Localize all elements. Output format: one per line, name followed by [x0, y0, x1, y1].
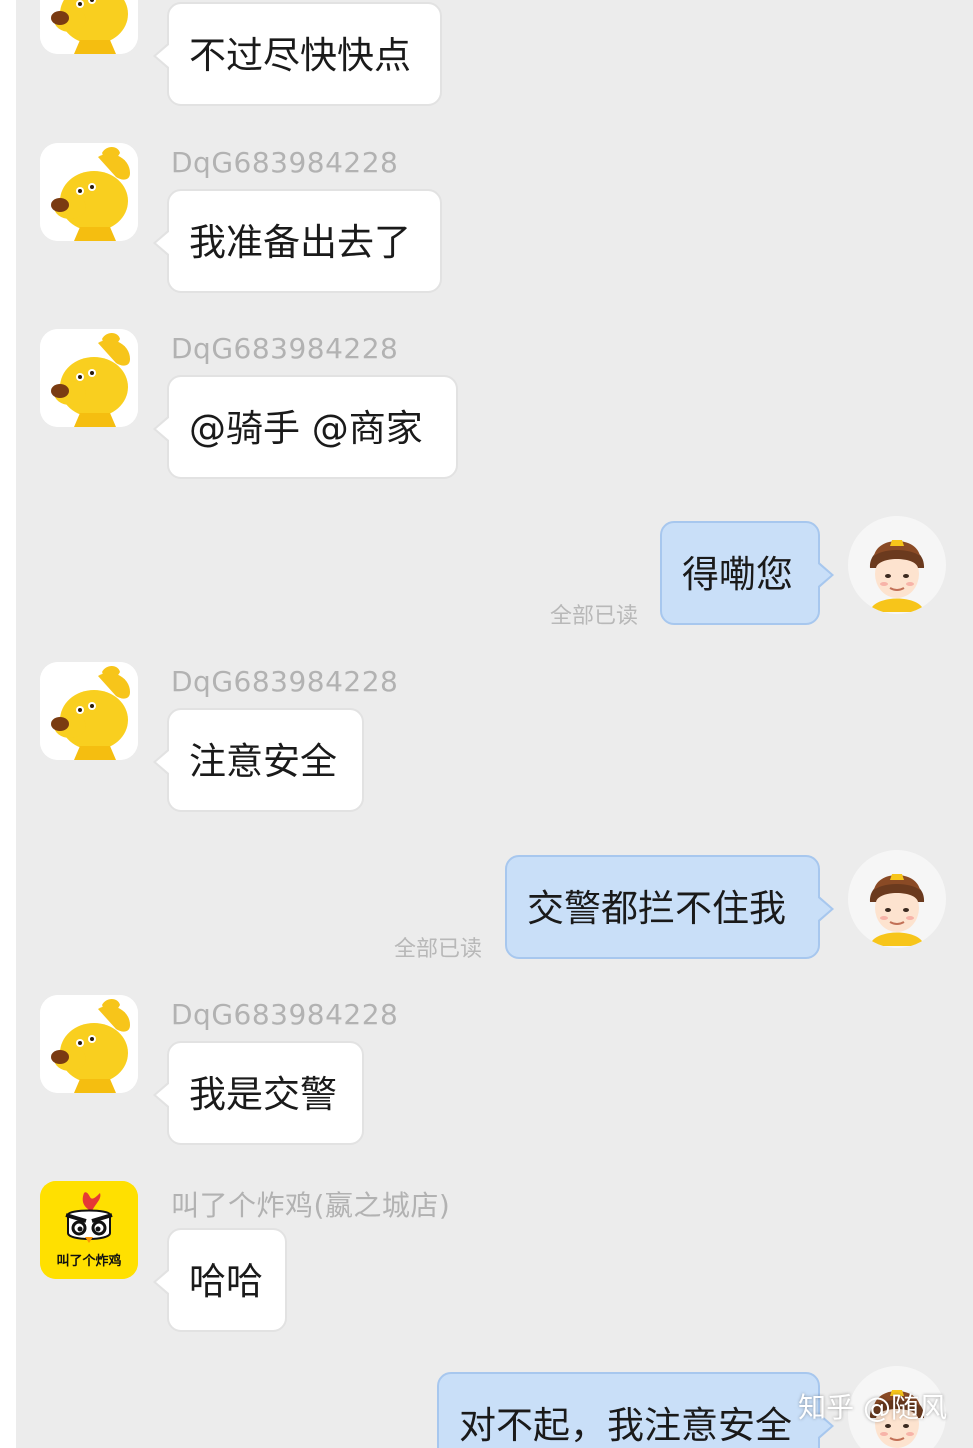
- read-status: 全部已读: [394, 937, 483, 962]
- incoming-message-bubble[interactable]: 我准备出去了: [153, 189, 442, 293]
- incoming-message-bubble[interactable]: @骑手 @商家: [153, 375, 458, 479]
- rider-avatar-icon[interactable]: [848, 516, 946, 614]
- sender-name: DqG683984228: [171, 665, 399, 698]
- outgoing-message-bubble[interactable]: 对不起，我注意安全: [437, 1372, 834, 1448]
- customer-avatar-icon[interactable]: [40, 143, 138, 241]
- customer-avatar-icon[interactable]: [40, 329, 138, 427]
- store-logo-text: 叫了个炸鸡: [56, 1254, 122, 1269]
- sender-name: 叫了个炸鸡(嬴之城店): [171, 1189, 451, 1222]
- sender-name: DqG683984228: [171, 146, 399, 179]
- customer-avatar-icon[interactable]: [40, 0, 138, 54]
- incoming-message-bubble[interactable]: 哈哈: [153, 1228, 287, 1332]
- outgoing-message-bubble[interactable]: 交警都拦不住我: [505, 855, 834, 959]
- store-logo-avatar-icon[interactable]: 叫了个炸鸡: [40, 1181, 138, 1279]
- outgoing-message-bubble[interactable]: 得嘞您: [660, 521, 834, 625]
- sender-name: DqG683984228: [171, 332, 399, 365]
- read-status: 全部已读: [550, 604, 639, 629]
- sender-name: DqG683984228: [171, 998, 399, 1031]
- watermark: 知乎 @随风: [798, 1391, 947, 1424]
- incoming-message-bubble[interactable]: 我是交警: [153, 1041, 364, 1145]
- rider-avatar-icon[interactable]: [848, 850, 946, 948]
- chat-area[interactable]: 不过尽快快点 DqG683984228 我准备出去了 DqG683984228 …: [16, 0, 973, 1448]
- customer-avatar-icon[interactable]: [40, 662, 138, 760]
- incoming-message-bubble[interactable]: 注意安全: [153, 708, 364, 812]
- incoming-message-bubble[interactable]: 不过尽快快点: [153, 2, 442, 106]
- customer-avatar-icon[interactable]: [40, 995, 138, 1093]
